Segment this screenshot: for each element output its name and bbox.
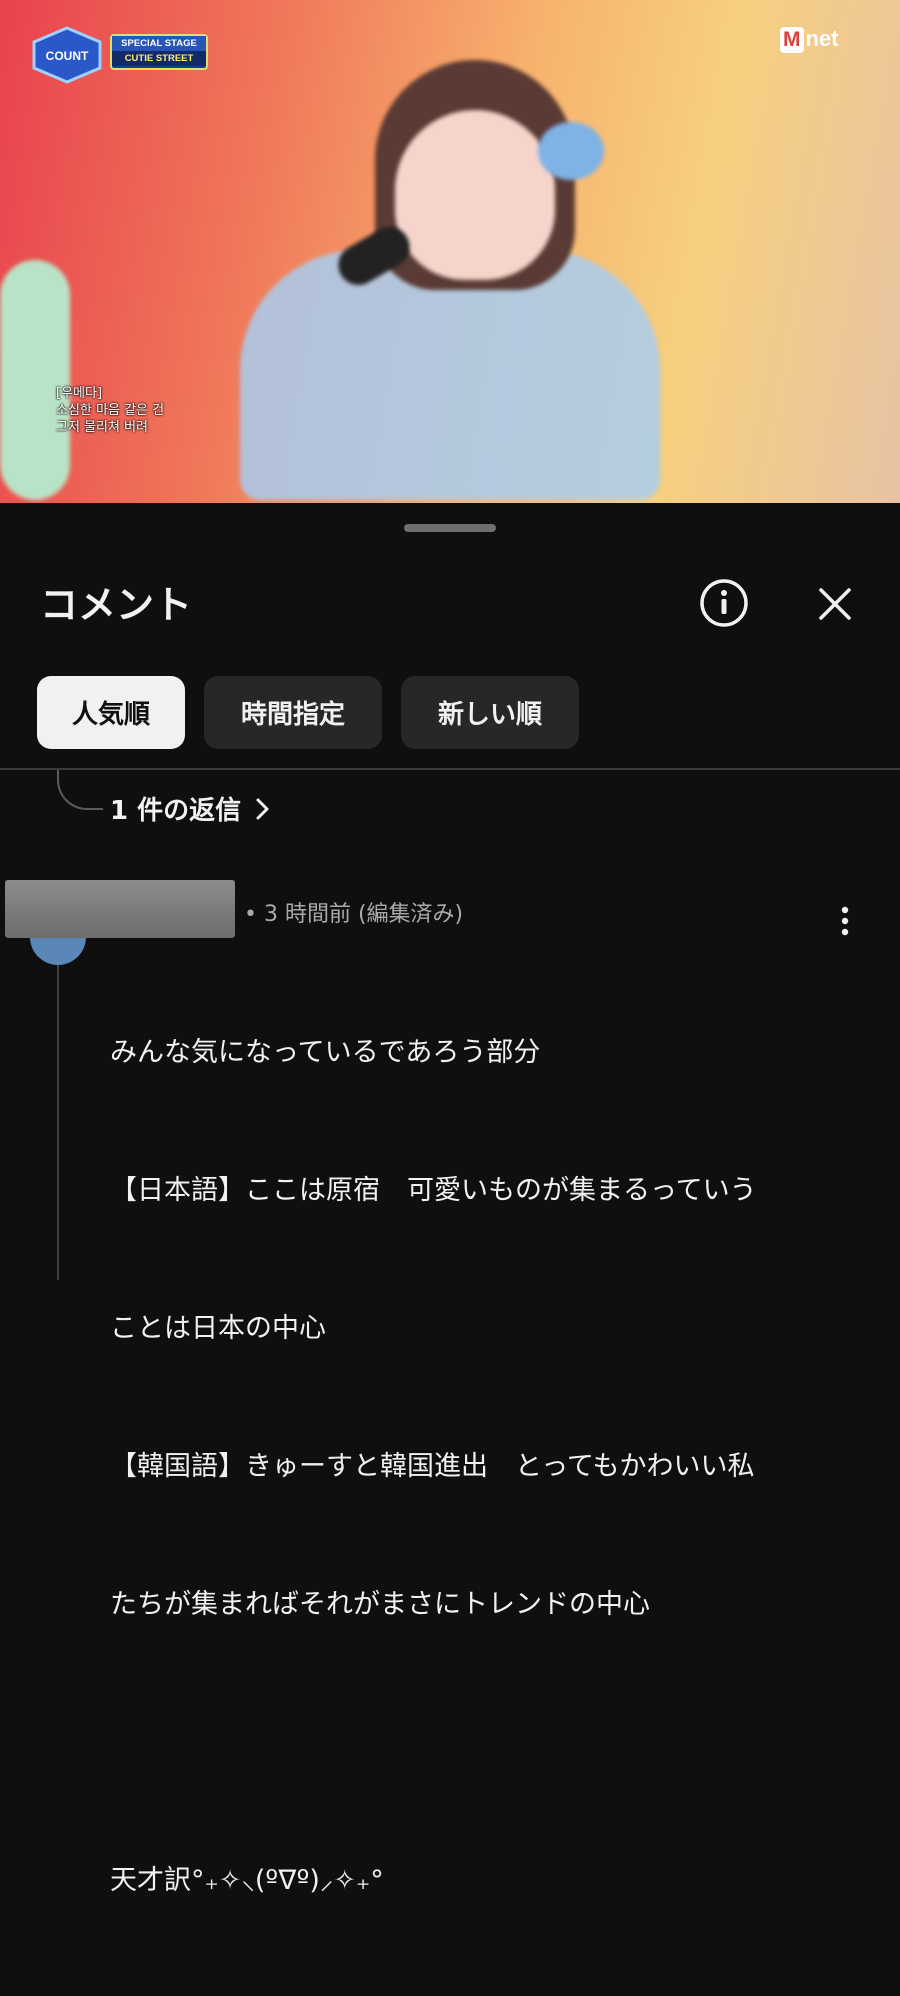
sort-chips: 人気順 時間指定 新しい順	[37, 676, 579, 749]
thread-line	[57, 944, 59, 1280]
comment-line: 【韓国語】きゅーすと韓国進出 とってもかわいい私	[110, 1451, 755, 1482]
info-circle-icon	[700, 579, 748, 627]
video-subtitle: [우메다] 소심한 마음 같은 건 그저 물리쳐 버려	[56, 385, 164, 436]
comment-body: みんな気になっているであろう部分 【日本語】ここは原宿 可愛いものが集まるってい…	[110, 938, 870, 1996]
subtitle-line: [우메다]	[56, 386, 103, 401]
comment-line: みんな気になっているであろう部分	[110, 1037, 541, 1068]
performer-face	[395, 110, 555, 280]
comments-sheet: コメント 人気順 時間指定 新しい順 1 件の返信 • 3 時間前 (編集済み)	[0, 504, 900, 1896]
close-icon	[819, 588, 851, 620]
close-button[interactable]	[812, 581, 858, 627]
comment-line: たちが集まればそれがまさにトレンドの中心	[110, 1589, 650, 1620]
channel-logo-net: net	[805, 26, 839, 51]
chip-popular[interactable]: 人気順	[37, 676, 185, 749]
comment-line: 【日本語】ここは原宿 可愛いものが集まるっていう	[110, 1175, 757, 1206]
svg-text:COUNT: COUNT	[46, 49, 89, 63]
comment-line	[110, 1720, 870, 1766]
thread-connector	[57, 770, 103, 810]
more-vertical-icon	[841, 906, 849, 936]
redacted-username	[5, 880, 235, 938]
comment-line: ことは日本の中心	[110, 1313, 326, 1344]
stage-badge-line2: CUTIE STREET	[112, 51, 206, 66]
drag-handle[interactable]	[404, 524, 496, 532]
comments-title: コメント	[40, 583, 193, 627]
chip-newest[interactable]: 新しい順	[401, 676, 579, 749]
channel-logo-m: M	[780, 27, 804, 53]
chevron-right-icon	[256, 798, 269, 819]
show-logo: COUNT	[32, 26, 102, 84]
comment-line: 天才訳°₊✧⸜(ºᐁº)⸝✧₊°	[110, 1865, 384, 1896]
more-button[interactable]	[832, 904, 858, 938]
comment-meta: • 3 時間前 (編集済み)	[244, 902, 464, 927]
subtitle-line: 그저 물리쳐 버려	[56, 420, 148, 435]
chip-timestamped[interactable]: 時間指定	[204, 676, 382, 749]
view-replies-button[interactable]: 1 件の返信	[110, 790, 271, 827]
hair-flower	[538, 122, 604, 180]
replies-label: 1 件の返信	[110, 796, 242, 826]
subtitle-line: 소심한 마음 같은 건	[56, 403, 165, 418]
channel-logo: Mnet	[780, 26, 839, 53]
info-button[interactable]	[698, 577, 750, 629]
decor-green-shape	[0, 260, 70, 500]
stage-badge-line1: SPECIAL STAGE	[112, 36, 206, 51]
divider	[0, 768, 900, 770]
video-player[interactable]: COUNT SPECIAL STAGE CUTIE STREET Mnet [우…	[0, 0, 900, 503]
stage-badge: SPECIAL STAGE CUTIE STREET	[110, 34, 208, 70]
